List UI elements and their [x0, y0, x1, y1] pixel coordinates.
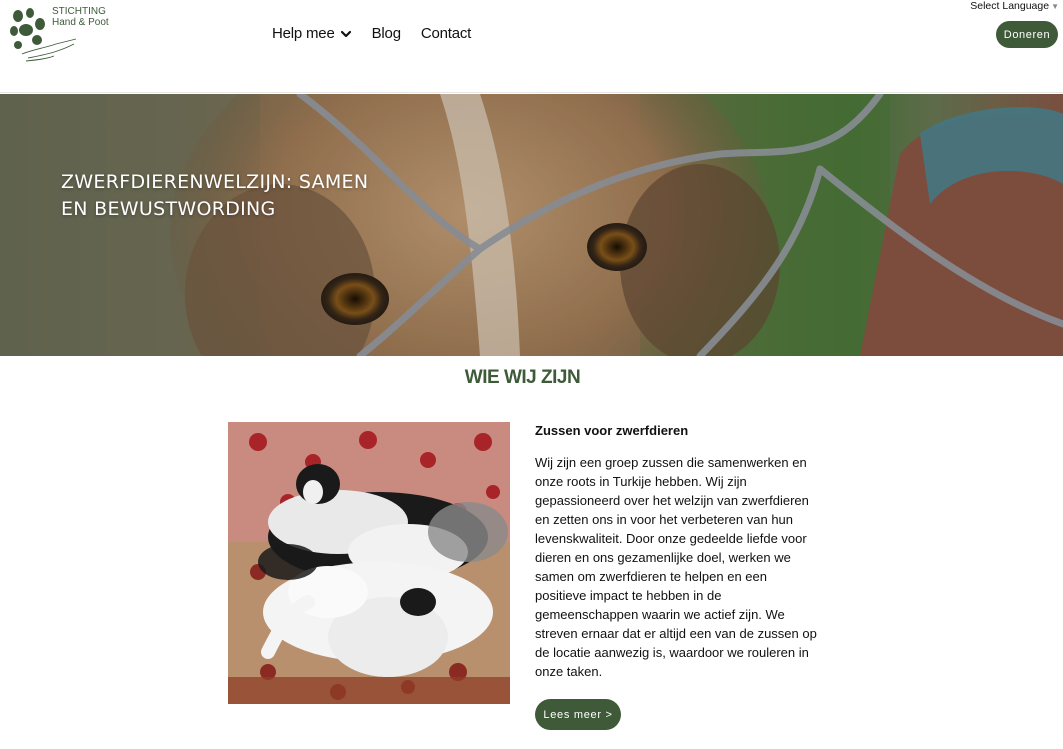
- nav-contact[interactable]: Contact: [421, 25, 471, 42]
- language-select[interactable]: Select Language ▼: [970, 0, 1059, 12]
- about-text-column: Zussen voor zwerfdieren Wij zijn een gro…: [535, 422, 820, 681]
- logo-line-2: Hand & Poot: [52, 17, 109, 28]
- hero-title: ZWERFDIERENWELZIJN: SAMEN EN BEWUSTWORDI…: [61, 171, 369, 220]
- site-logo[interactable]: STICHTING Hand & Poot: [8, 4, 118, 66]
- logo-line-1: STICHTING: [52, 6, 106, 17]
- read-more-button[interactable]: Lees meer >: [535, 699, 621, 730]
- caret-down-icon: ▼: [1051, 2, 1059, 11]
- main-nav: Help mee Blog Contact: [272, 25, 491, 42]
- hero-banner: ZWERFDIERENWELZIJN: SAMEN EN BEWUSTWORDI…: [0, 94, 1063, 356]
- language-select-label: Select Language: [970, 0, 1050, 12]
- about-subheading: Zussen voor zwerfdieren: [535, 423, 689, 438]
- about-body-text: Wij zijn een groep zussen die samenwerke…: [535, 455, 817, 679]
- site-header: STICHTING Hand & Poot Help mee Blog Cont…: [0, 0, 1063, 93]
- dogs-sofa-image: [228, 422, 510, 704]
- hero-dog-fence-image: [0, 94, 1063, 356]
- logo-text: STICHTING Hand & Poot: [52, 6, 109, 28]
- chevron-down-icon: [340, 30, 351, 37]
- donate-button[interactable]: Doneren: [996, 21, 1058, 48]
- nav-blog-label: Blog: [371, 25, 401, 42]
- nav-blog[interactable]: Blog: [372, 25, 401, 42]
- nav-help-mee-label: Help mee: [272, 25, 335, 42]
- dogs-on-sofa-photo: [228, 422, 510, 704]
- nav-help-mee[interactable]: Help mee: [272, 25, 352, 42]
- section-title: WIE WIJ ZIJN: [464, 367, 581, 388]
- nav-contact-label: Contact: [420, 25, 472, 42]
